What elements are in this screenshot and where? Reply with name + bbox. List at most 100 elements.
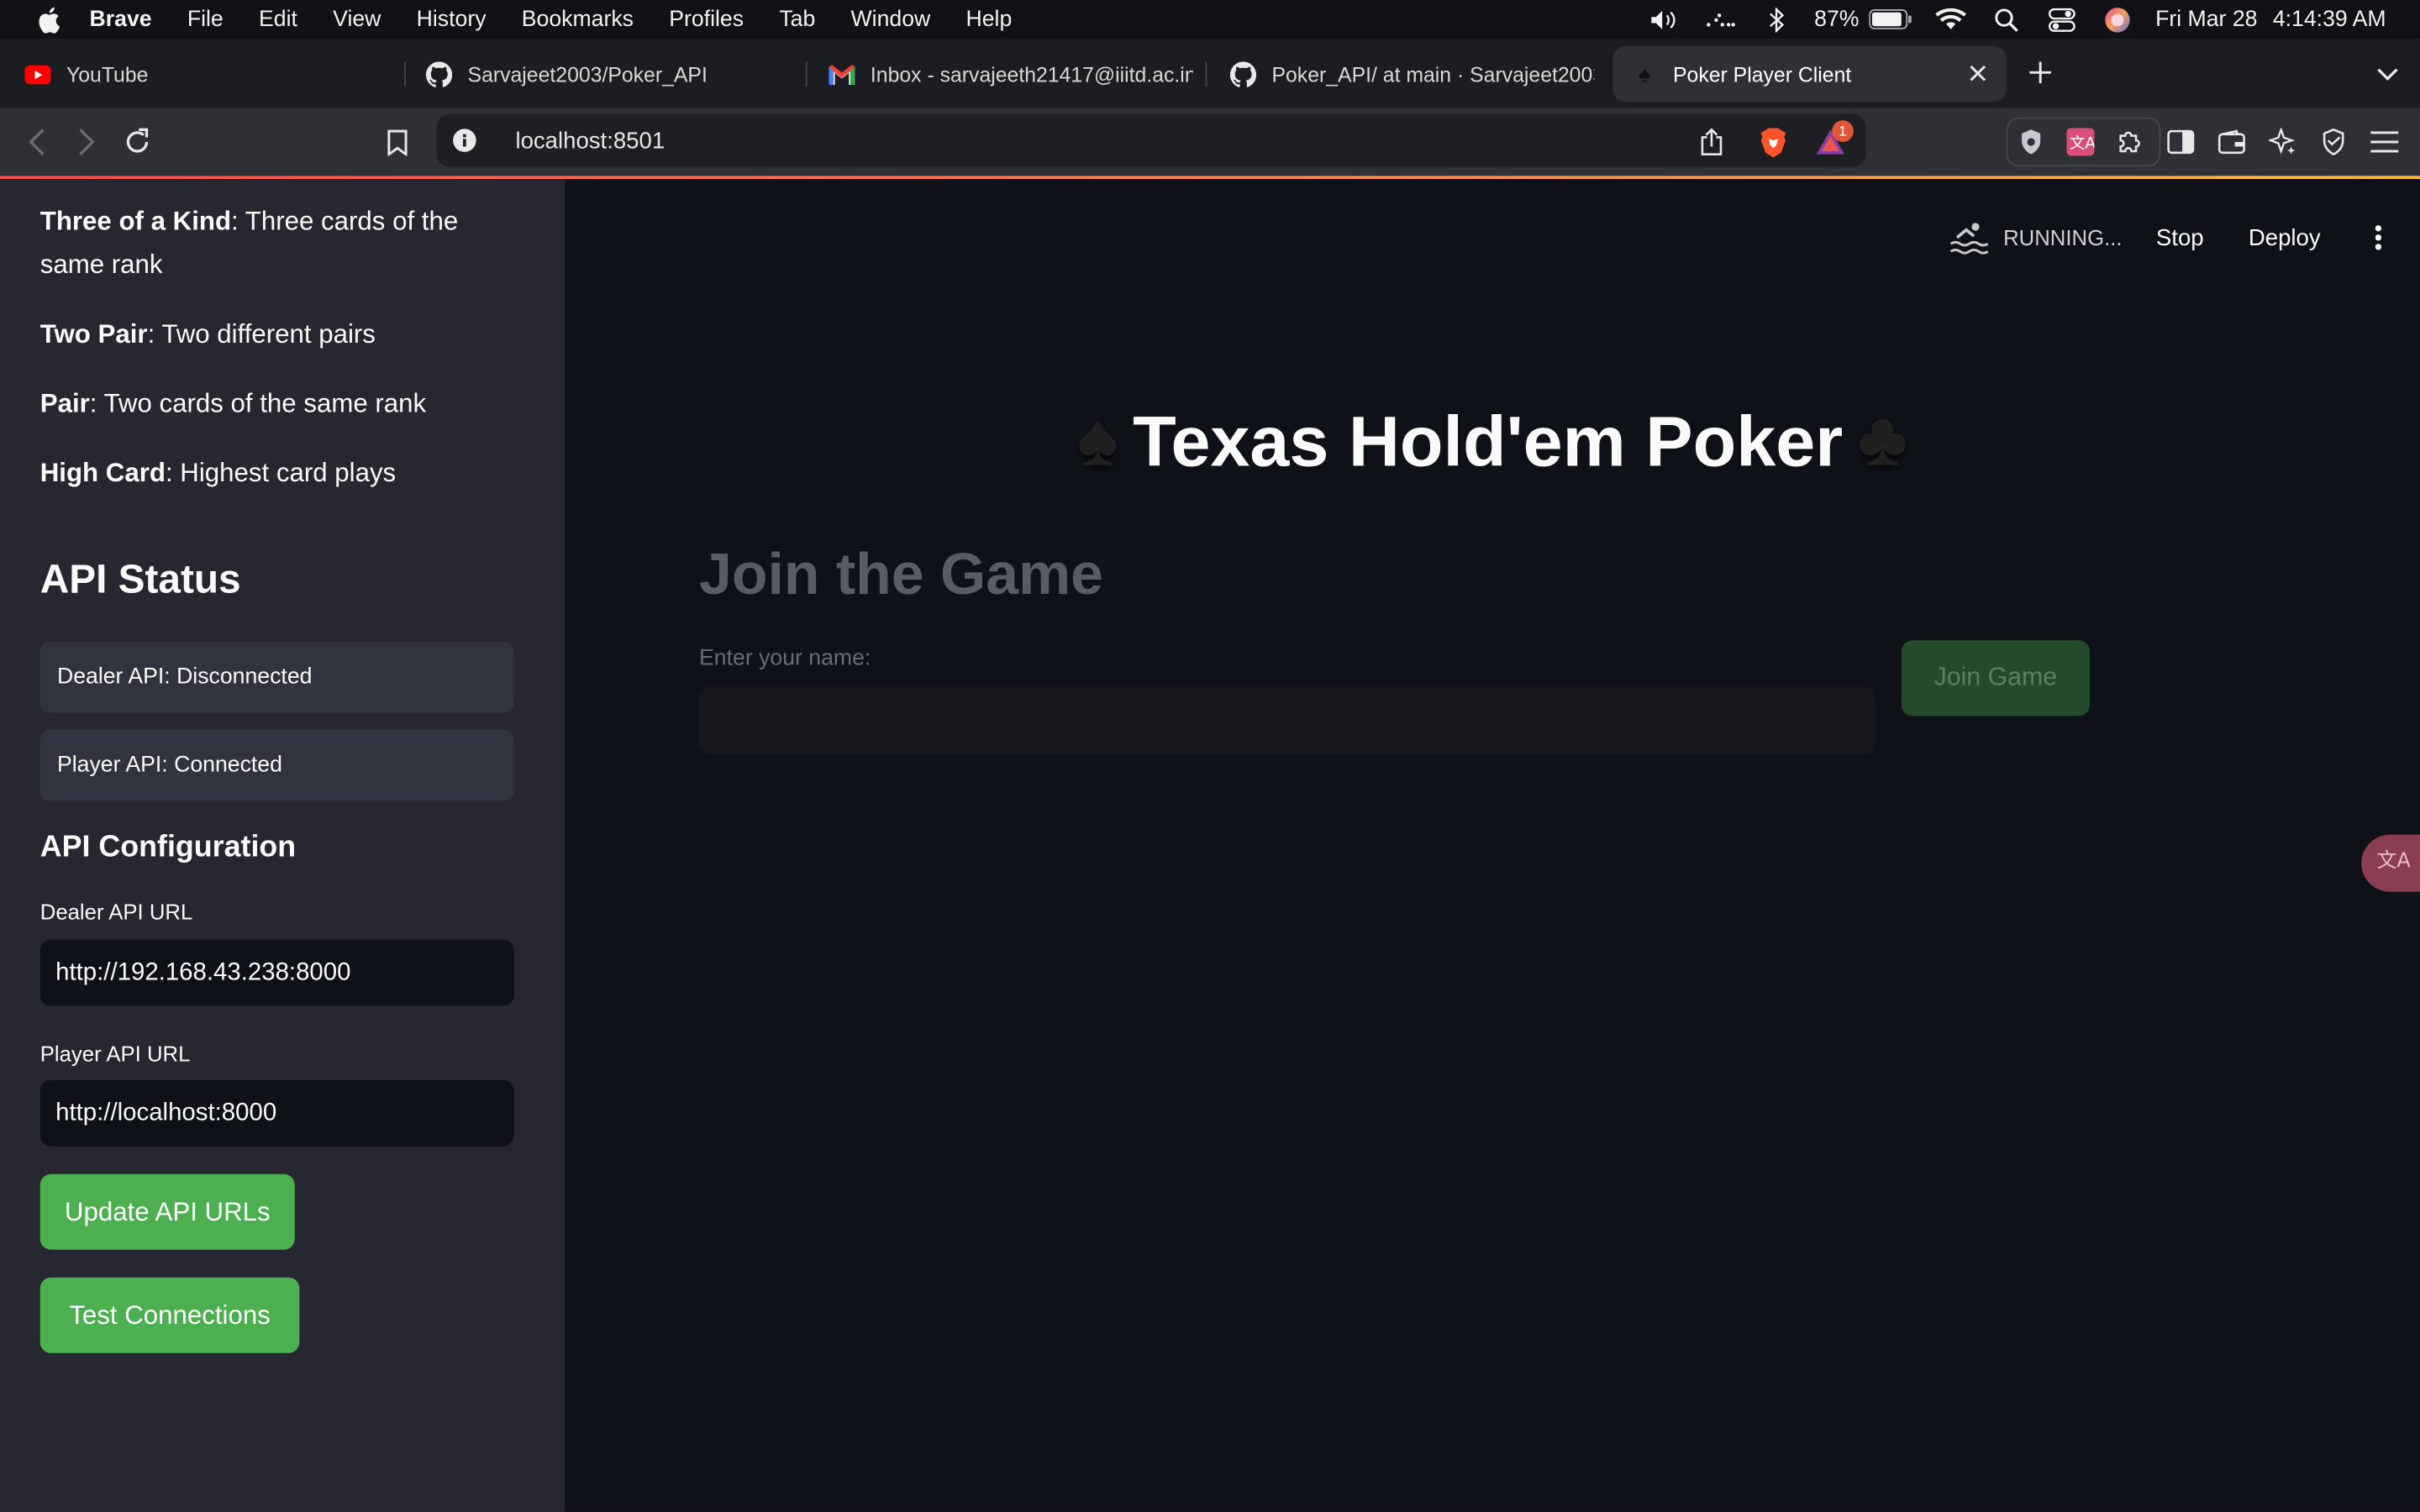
menu-view[interactable]: View: [333, 7, 381, 31]
tab-separator: [1205, 61, 1207, 87]
volume-icon[interactable]: [1648, 7, 1681, 31]
app-header: RUNNING... Stop Deploy: [1948, 219, 2390, 256]
test-connections-button[interactable]: Test Connections: [39, 1277, 300, 1353]
control-center-icon[interactable]: [2044, 7, 2078, 32]
wallet-icon[interactable]: [2217, 127, 2248, 158]
player-api-status: Player API: Connected: [39, 729, 514, 801]
dealer-url-label: Dealer API URL: [39, 899, 193, 925]
menu-tab[interactable]: Tab: [779, 7, 815, 31]
leo-ai-icon[interactable]: [2267, 127, 2298, 158]
menu-bar: Brave File Edit View History Bookmarks P…: [0, 0, 2420, 39]
tab-github-folder[interactable]: Poker_API/ at main · Sarvajeet2003: [1229, 46, 1595, 102]
deploy-button[interactable]: Deploy: [2249, 224, 2321, 250]
hand-desc: : Two cards of the same rank: [89, 388, 427, 418]
screen: Brave File Edit View History Bookmarks P…: [0, 0, 2420, 1512]
hand-ranking-pair: Pair: Two cards of the same rank: [40, 383, 518, 426]
close-icon[interactable]: [1963, 59, 1991, 87]
menu-window[interactable]: Window: [851, 7, 931, 31]
menu-history[interactable]: History: [417, 7, 487, 31]
search-icon[interactable]: [1989, 7, 2023, 31]
apple-icon[interactable]: [34, 5, 61, 33]
hand-name: Two Pair: [39, 319, 148, 349]
spade-icon: ♠: [1077, 399, 1118, 482]
sidebar-toggle-icon[interactable]: [2165, 127, 2196, 158]
name-label: Enter your name:: [699, 646, 871, 671]
hand-ranking-three-of-a-kind: Three of a Kind: Three cards of the same…: [40, 201, 518, 287]
bookmark-icon[interactable]: [380, 125, 413, 159]
main-menu-icon[interactable]: [2365, 222, 2390, 253]
extensions-area: 文A: [2006, 117, 2368, 167]
site-info-icon[interactable]: [452, 128, 476, 152]
menu-edit[interactable]: Edit: [259, 7, 297, 31]
puzzle-icon[interactable]: [2114, 127, 2145, 158]
tab-gmail[interactable]: Inbox - sarvajeeth21417@iiitd.ac.in: [829, 46, 1193, 102]
bluetooth-icon[interactable]: [1759, 7, 1792, 32]
tab-strip: YouTube Sarvajeet2003/Poker_API Inbox - …: [0, 38, 2420, 108]
menu-bar-date[interactable]: Fri Mar 28: [2155, 7, 2257, 31]
github-icon: [1229, 60, 1257, 87]
translate-float-button[interactable]: 文A: [2361, 834, 2420, 892]
player-url-input[interactable]: [39, 1079, 514, 1147]
menu-help[interactable]: Help: [966, 7, 1013, 31]
url-text[interactable]: localhost:8501: [515, 128, 665, 154]
menu-bar-time[interactable]: 4:14:39 AM: [2273, 7, 2386, 31]
stop-button[interactable]: Stop: [2156, 224, 2204, 250]
hand-ranking-high-card: High Card: Highest card plays: [40, 452, 518, 495]
update-api-urls-button[interactable]: Update API URLs: [39, 1173, 295, 1250]
page-title-text: Texas Hold'em Poker: [1133, 400, 1844, 481]
player-url-label: Player API URL: [39, 1041, 191, 1067]
github-icon: [425, 60, 453, 87]
tab-title: Poker_API/ at main · Sarvajeet2003: [1271, 62, 1595, 86]
name-input[interactable]: [699, 686, 1876, 755]
translate-ext-icon[interactable]: 文A: [2065, 127, 2096, 158]
chevron-down-icon[interactable]: [2374, 60, 2402, 88]
hand-desc: : Two different pairs: [147, 319, 376, 349]
tab-youtube[interactable]: YouTube: [24, 46, 395, 102]
notification-badge: 1: [1832, 120, 1854, 142]
menu-bookmarks[interactable]: Bookmarks: [522, 7, 634, 31]
dealer-api-status: Dealer API: Disconnected: [39, 642, 514, 713]
svg-text:文A: 文A: [2377, 848, 2411, 872]
menu-profiles[interactable]: Profiles: [669, 7, 744, 31]
hand-name: Pair: [39, 388, 90, 418]
dots-status-icon[interactable]: [1703, 7, 1737, 31]
menu-app-name[interactable]: Brave: [90, 7, 152, 31]
hand-name: Three of a Kind: [39, 207, 232, 237]
hand-name: High Card: [39, 458, 166, 488]
tab-separator: [404, 61, 407, 87]
hamburger-menu-icon[interactable]: [2368, 125, 2402, 159]
reload-icon[interactable]: [120, 125, 154, 159]
forward-icon[interactable]: [70, 125, 103, 159]
battery-icon[interactable]: [1868, 7, 1911, 31]
menu-bar-status: 87% Fri Mar 28 4:14:39 AM: [1626, 0, 2420, 39]
tab-separator: [805, 61, 808, 87]
menu-file[interactable]: File: [187, 7, 224, 31]
join-game-heading: Join the Game: [699, 543, 1103, 608]
siri-icon[interactable]: [2100, 7, 2133, 32]
club-icon: ♣: [1858, 399, 1907, 482]
dealer-url-input[interactable]: [39, 939, 514, 1006]
vpn-icon[interactable]: [2318, 127, 2349, 158]
tab-title: Inbox - sarvajeeth21417@iiitd.ac.in: [870, 62, 1193, 86]
translate-icon: 文A: [2377, 844, 2412, 883]
battery-percent: 87%: [1814, 7, 1860, 32]
running-status: RUNNING...: [2003, 225, 2123, 250]
tab-title: Poker Player Client: [1673, 62, 1852, 86]
share-icon[interactable]: [1697, 127, 1728, 158]
api-status-heading: API Status: [39, 555, 241, 602]
tab-title: YouTube: [66, 62, 149, 86]
address-bar[interactable]: localhost:8501: [436, 113, 1866, 167]
wifi-icon[interactable]: [1933, 7, 1967, 31]
join-game-button[interactable]: Join Game: [1901, 640, 2090, 717]
youtube-icon: [24, 61, 51, 87]
new-tab-icon[interactable]: [2025, 57, 2056, 88]
hand-desc: : Highest card plays: [165, 458, 397, 488]
hand-ranking-two-pair: Two Pair: Two different pairs: [40, 313, 518, 356]
vpn-shield-icon[interactable]: [2016, 127, 2047, 158]
back-icon[interactable]: [20, 125, 54, 159]
running-swimmer-icon: [1948, 219, 1991, 256]
tab-poker-client[interactable]: ♠ Poker Player Client: [1612, 46, 2007, 102]
brave-shields-icon[interactable]: [1758, 127, 1789, 158]
svg-text:文A: 文A: [2070, 134, 2094, 152]
tab-github-repo[interactable]: Sarvajeet2003/Poker_API: [425, 46, 793, 102]
